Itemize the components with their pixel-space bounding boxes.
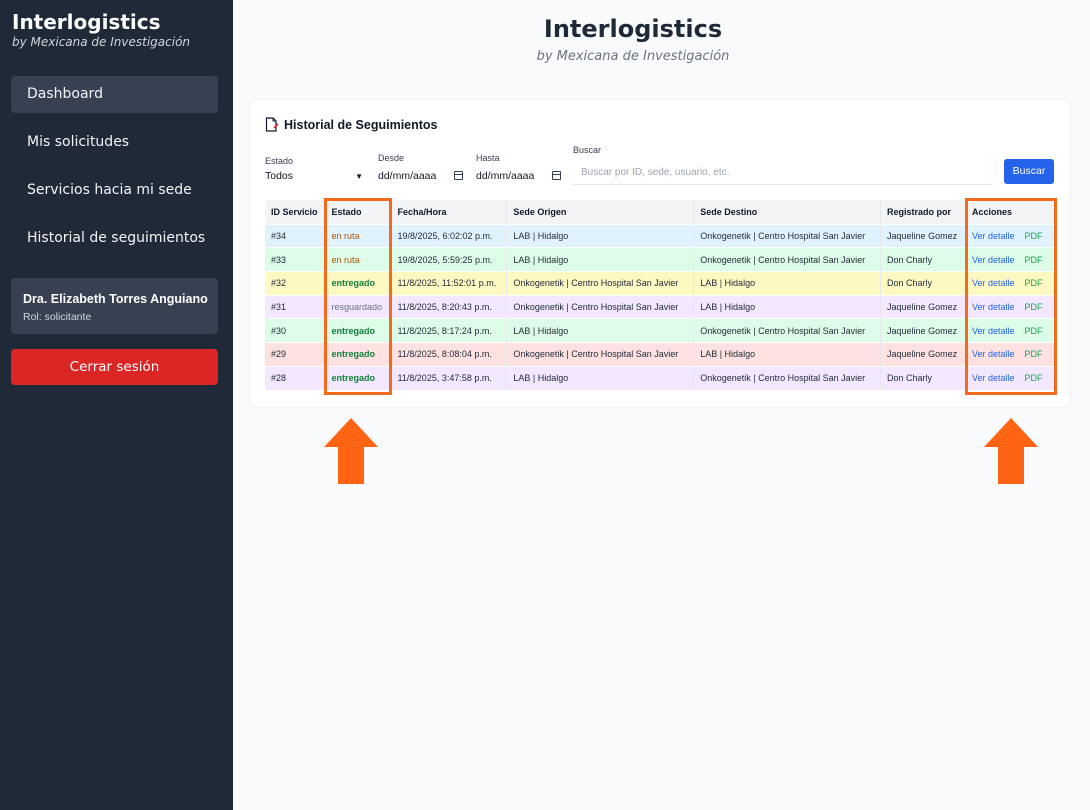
cell-origen: LAB | Hidalgo: [506, 365, 695, 390]
cell-fecha: 19/8/2025, 6:02:02 p.m.: [390, 223, 508, 248]
cell-id: #33: [265, 247, 326, 272]
cell-registrado: Jaqueline Gomez: [880, 318, 966, 343]
cell-fecha: 11/8/2025, 8:17:24 p.m.: [390, 318, 508, 343]
cell-destino: LAB | Hidalgo: [693, 341, 882, 367]
user-role: Rol: solicitante: [23, 311, 92, 323]
estado-column-highlight: [324, 198, 392, 395]
cell-destino: Onkogenetik | Centro Hospital San Javier: [693, 318, 882, 343]
cell-fecha: 11/8/2025, 8:20:43 p.m.: [390, 294, 508, 319]
cell-id: #30: [265, 318, 326, 343]
cell-id: #31: [265, 294, 326, 319]
desde-date-input[interactable]: dd/mm/aaaa: [378, 170, 466, 186]
desde-date-value: dd/mm/aaaa: [378, 170, 437, 182]
sidebar-item-historial[interactable]: Historial de seguimientos: [11, 220, 218, 257]
arrow-up-icon: [324, 418, 378, 484]
user-card: Dra. Elizabeth Torres Anguiano Rol: soli…: [11, 278, 218, 334]
page-subtitle: by Mexicana de Investigación: [536, 49, 730, 64]
cell-destino: LAB | Hidalgo: [693, 294, 882, 319]
logout-button[interactable]: Cerrar sesión: [11, 349, 218, 385]
brand-subtitle: by Mexicana de Investigación: [12, 35, 191, 49]
cell-id: #32: [265, 270, 326, 296]
cell-origen: LAB | Hidalgo: [506, 247, 695, 272]
estado-label: Estado: [265, 156, 294, 166]
cell-origen: Onkogenetik | Centro Hospital San Javier: [506, 294, 695, 319]
chevron-down-icon: ▼: [355, 172, 363, 181]
sidebar-item-servicios-sede[interactable]: Servicios hacia mi sede: [11, 172, 218, 209]
sidebar-item-dashboard[interactable]: Dashboard: [11, 76, 218, 113]
col-destino: Sede Destino: [693, 200, 882, 224]
col-id: ID Servicio: [265, 200, 326, 224]
user-name: Dra. Elizabeth Torres Anguiano: [23, 292, 208, 306]
cell-registrado: Don Charly: [880, 247, 966, 272]
desde-label: Desde: [378, 153, 405, 163]
cell-registrado: Don Charly: [880, 270, 966, 296]
cell-destino: Onkogenetik | Centro Hospital San Javier: [693, 365, 882, 390]
arrow-up-icon: [984, 418, 1038, 484]
hasta-label: Hasta: [476, 153, 500, 163]
cell-registrado: Jaqueline Gomez: [880, 223, 966, 248]
cell-destino: Onkogenetik | Centro Hospital San Javier: [693, 223, 882, 248]
col-fecha: Fecha/Hora: [390, 200, 508, 224]
sidebar-item-mis-solicitudes[interactable]: Mis solicitudes: [11, 124, 218, 161]
cell-id: #34: [265, 223, 326, 248]
sidebar: Interlogistics by Mexicana de Investigac…: [0, 0, 233, 810]
card-title-text: Historial de Seguimientos: [284, 117, 438, 132]
cell-registrado: Jaqueline Gomez: [880, 341, 966, 367]
cell-destino: LAB | Hidalgo: [693, 270, 882, 296]
buscar-label: Buscar: [573, 145, 602, 155]
cell-origen: LAB | Hidalgo: [506, 318, 695, 343]
page-title: Interlogistics: [543, 15, 723, 43]
calendar-icon[interactable]: [454, 171, 463, 180]
cell-id: #28: [265, 365, 326, 390]
cell-registrado: Don Charly: [880, 365, 966, 390]
cell-origen: LAB | Hidalgo: [506, 223, 695, 248]
hasta-date-input[interactable]: dd/mm/aaaa: [476, 170, 564, 186]
brand: Interlogistics by Mexicana de Investigac…: [12, 10, 190, 49]
cell-fecha: 11/8/2025, 8:08:04 p.m.: [390, 341, 508, 367]
cell-id: #29: [265, 341, 326, 367]
cell-origen: Onkogenetik | Centro Hospital San Javier: [506, 270, 695, 296]
cell-destino: Onkogenetik | Centro Hospital San Javier: [693, 247, 882, 272]
document-icon: [265, 117, 279, 132]
cell-fecha: 11/8/2025, 11:52:01 p.m.: [390, 270, 508, 296]
brand-title: Interlogistics: [12, 10, 161, 34]
col-registrado: Registrado por: [880, 200, 966, 224]
estado-select-value: Todos: [265, 170, 294, 182]
cell-origen: Onkogenetik | Centro Hospital San Javier: [506, 341, 695, 367]
col-origen: Sede Origen: [506, 200, 695, 224]
hasta-date-value: dd/mm/aaaa: [476, 170, 535, 182]
card-title: Historial de Seguimientos: [265, 117, 438, 132]
estado-select[interactable]: Todos ▼: [265, 170, 367, 186]
cell-registrado: Jaqueline Gomez: [880, 294, 966, 319]
cell-fecha: 11/8/2025, 3:47:58 p.m.: [390, 365, 508, 390]
search-input[interactable]: Buscar por ID, sede, usuario, etc.: [573, 161, 993, 185]
acciones-column-highlight: [965, 198, 1057, 395]
cell-fecha: 19/8/2025, 5:59:25 p.m.: [390, 247, 508, 272]
search-button[interactable]: Buscar: [1004, 159, 1054, 184]
calendar-icon[interactable]: [552, 171, 561, 180]
